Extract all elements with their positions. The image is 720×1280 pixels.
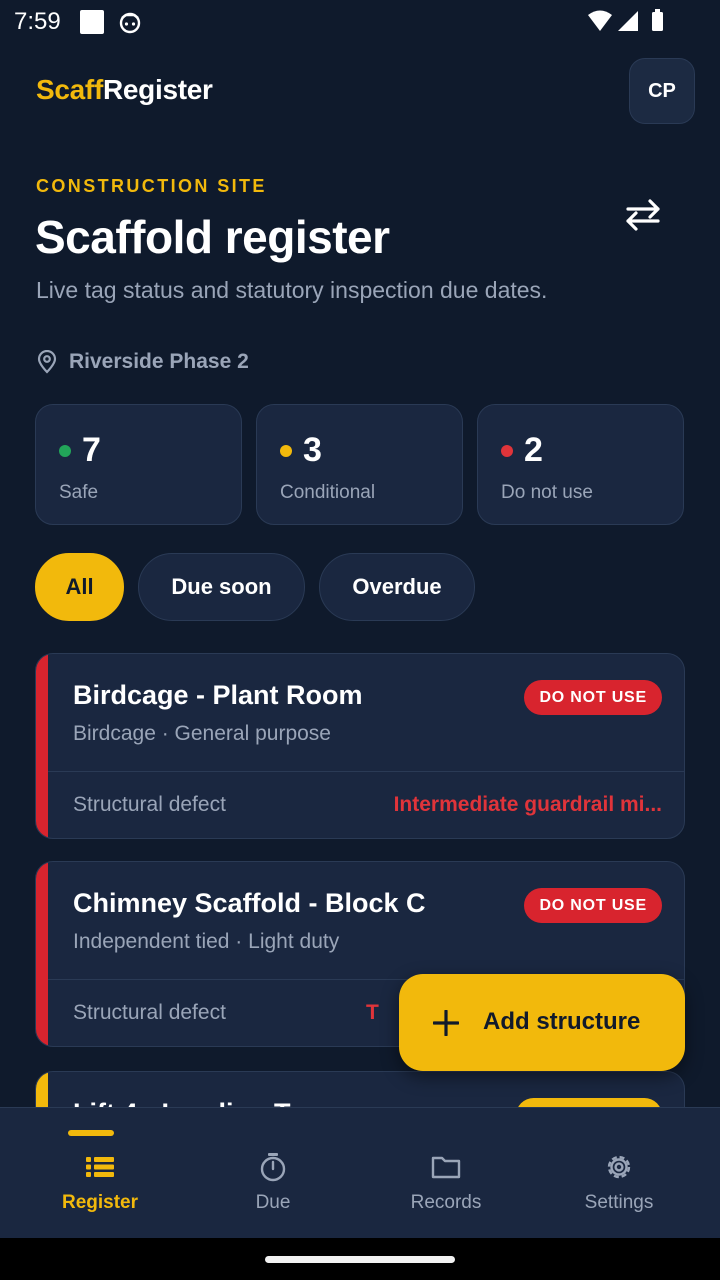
issue-label: Structural defect: [73, 1001, 226, 1024]
active-indicator: [68, 1130, 114, 1136]
avatar-button[interactable]: CP: [629, 58, 695, 124]
page-title: Scaffold register: [35, 211, 390, 263]
stat-card-conditional[interactable]: 3 Conditional: [256, 404, 463, 525]
list-icon: [86, 1157, 114, 1177]
stat-card-do-not-use[interactable]: 2 Do not use: [477, 404, 684, 525]
nav-item-register[interactable]: Register: [10, 1108, 190, 1239]
add-structure-button[interactable]: Add structure: [399, 974, 685, 1071]
status-stripe: [36, 862, 48, 1046]
structure-name: Birdcage - Plant Room: [73, 680, 363, 710]
timer-icon: [260, 1153, 286, 1182]
gear-icon: [607, 1155, 631, 1179]
status-stripe: [36, 654, 48, 838]
nav-label: Records: [410, 1192, 482, 1213]
issue-note: Intermediate guardrail mi...: [393, 793, 662, 816]
nav-item-due[interactable]: Due: [183, 1108, 363, 1239]
wifi-icon: [588, 10, 612, 31]
nav-label: Due: [255, 1192, 291, 1213]
swap-site-icon[interactable]: [620, 196, 666, 234]
filter-chip-overdue[interactable]: Overdue: [319, 553, 475, 621]
system-status-icons: [588, 9, 663, 31]
issue-note: T: [366, 1001, 379, 1024]
bottom-navigation: Register Due Records Settings: [0, 1107, 720, 1238]
structure-name: Chimney Scaffold - Block C: [73, 888, 426, 918]
home-gesture-bar[interactable]: [265, 1256, 455, 1263]
structure-card[interactable]: Birdcage - Plant Room Birdcage · General…: [35, 653, 685, 839]
issue-label: Structural defect: [73, 793, 226, 816]
page-subtitle: Live tag status and statutory inspection…: [36, 277, 548, 303]
status-dot: [501, 445, 513, 457]
filter-chip-all[interactable]: All: [35, 553, 124, 621]
system-nav-bar: [0, 1238, 720, 1280]
android-debug-icon: [119, 12, 141, 34]
structure-type: Birdcage · General purpose: [73, 722, 331, 745]
status-bar: 7:59: [0, 0, 720, 44]
location-label: Riverside Phase 2: [69, 350, 249, 373]
status-dot: [59, 445, 71, 457]
nav-label: Register: [61, 1192, 139, 1213]
status-badge: DO NOT USE: [524, 888, 662, 923]
status-time: 7:59: [14, 8, 61, 35]
stat-value: 2: [524, 431, 543, 469]
status-badge: DO NOT USE: [524, 680, 662, 715]
nav-item-records[interactable]: Records: [356, 1108, 536, 1239]
app-logo: ScaffRegister: [36, 74, 213, 106]
battery-icon: [652, 12, 663, 31]
notification-square-icon: [80, 10, 104, 34]
location-pin-icon: [37, 350, 57, 374]
nav-label: Settings: [584, 1192, 654, 1213]
status-dot: [280, 445, 292, 457]
signal-icon: [618, 11, 638, 31]
stat-label: Conditional: [280, 482, 376, 503]
filter-chip-due-soon[interactable]: Due soon: [138, 553, 305, 621]
app-screen: 7:59 ScaffRegister CP CONSTRUCTION SITE …: [0, 0, 720, 1280]
stat-value: 7: [82, 431, 101, 469]
brand-rest: Register: [102, 74, 213, 105]
stat-label: Safe: [59, 482, 99, 503]
site-location: Riverside Phase 2: [36, 348, 249, 376]
page-eyebrow: CONSTRUCTION SITE: [36, 176, 267, 196]
plus-icon: [433, 1010, 459, 1036]
brand-accent: Scaff: [36, 74, 103, 105]
stat-label: Do not use: [501, 482, 593, 503]
card-divider: [48, 771, 684, 772]
stat-card-safe[interactable]: 7 Safe: [35, 404, 242, 525]
stat-value: 3: [303, 431, 322, 469]
nav-item-settings[interactable]: Settings: [529, 1108, 709, 1239]
add-structure-label: Add structure: [483, 1008, 641, 1035]
structure-type: Independent tied · Light duty: [73, 930, 340, 953]
folder-icon: [431, 1156, 461, 1179]
